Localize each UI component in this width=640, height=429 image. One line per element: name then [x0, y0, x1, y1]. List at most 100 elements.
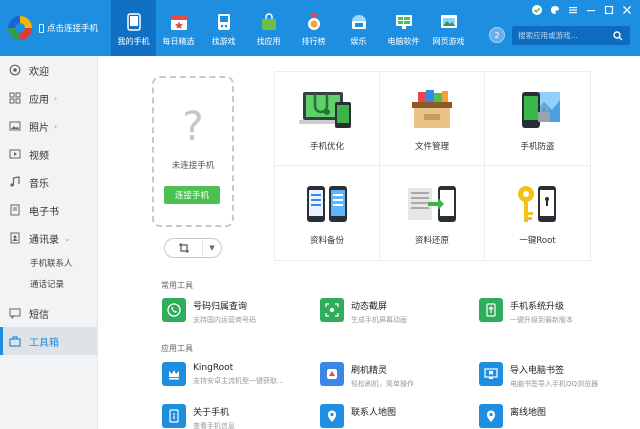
book-icon: [8, 203, 22, 217]
user-status-icon[interactable]: [528, 1, 546, 19]
bookmark-import-icon: [479, 362, 503, 386]
sidebar-subitem-call-log[interactable]: 通话记录: [0, 273, 97, 294]
photo-icon: [8, 119, 22, 133]
nav-label: 网页游戏: [432, 37, 465, 46]
system-upgrade-icon: [479, 298, 503, 322]
sidebar-item-sms[interactable]: 短信: [0, 299, 97, 327]
tool-desc: 轻松刷机，简单操作: [351, 380, 414, 388]
nav-label: 找游戏: [211, 37, 236, 46]
contacts-icon: [8, 231, 22, 245]
minimize-icon[interactable]: [582, 1, 600, 19]
tool-name: KingRoot: [193, 363, 234, 373]
optimize-icon: [299, 88, 355, 132]
chevron-right-icon: ›: [54, 93, 58, 103]
feature-label: 一键Root: [519, 236, 556, 246]
sidebar-item-video[interactable]: 视频: [0, 140, 97, 168]
sidebar-item-music[interactable]: 音乐: [0, 168, 97, 196]
welcome-icon: [8, 63, 22, 77]
contacts-map-icon: [320, 404, 344, 428]
app-logo-icon: [8, 16, 32, 40]
sidebar-item-label: 照片: [29, 122, 49, 134]
main-nav: 我的手机 每日精选 找游戏 找应用 排行榜 娱乐 电脑软件 网页游戏: [111, 0, 471, 56]
nav-pc-software[interactable]: 电脑软件: [381, 0, 426, 56]
tool-desc: 电脑书签导入手机QQ浏览器: [510, 380, 599, 388]
feature-label: 手机优化: [309, 142, 344, 152]
sidebar-item-label: 音乐: [29, 178, 49, 190]
nav-label: 电脑软件: [387, 37, 420, 46]
tool-name: 关于手机: [193, 408, 230, 418]
sidebar-item-label: 应用: [29, 94, 49, 106]
feature-backup[interactable]: 资料备份: [275, 166, 380, 260]
tool-import-bookmarks[interactable]: 导入电脑书签 电脑书签导入手机QQ浏览器: [479, 362, 629, 390]
tool-system-upgrade[interactable]: 手机系统升级 一键升级到最新版本: [479, 298, 629, 326]
tool-desc: 支持国内运营商号码: [193, 316, 256, 324]
brand-label: 点击连接手机: [47, 24, 99, 34]
sidebar-item-toolbox[interactable]: 工具箱: [0, 327, 97, 355]
entertainment-icon: [349, 12, 369, 32]
tool-name: 动态截屏: [351, 302, 388, 312]
feature-restore[interactable]: 资料还原: [380, 166, 485, 260]
gamepad-icon: [214, 12, 234, 32]
nav-find-apps[interactable]: 找应用: [246, 0, 291, 56]
nav-entertainment[interactable]: 娱乐: [336, 0, 381, 56]
sidebar-item-welcome[interactable]: 欢迎: [0, 56, 97, 84]
nav-daily-picks[interactable]: 每日精选: [156, 0, 201, 56]
close-icon[interactable]: [618, 1, 636, 19]
maximize-icon[interactable]: [600, 1, 618, 19]
window-controls: [528, 0, 640, 20]
nav-label: 排行榜: [301, 37, 326, 46]
screenshot-split-button[interactable]: ▼: [164, 238, 222, 258]
sidebar-item-ebooks[interactable]: 电子书: [0, 196, 97, 224]
nav-find-games[interactable]: 找游戏: [201, 0, 246, 56]
monitor-icon: [394, 12, 414, 32]
connect-phone-brand[interactable]: 点击连接手机: [0, 0, 110, 56]
feature-label: 文件管理: [414, 142, 449, 152]
tool-desc: 一键升级到最新版本: [510, 316, 573, 324]
search-input[interactable]: [512, 26, 608, 45]
skin-icon[interactable]: [546, 1, 564, 19]
tool-about-phone[interactable]: 关于手机 查看手机信息: [162, 404, 312, 429]
backup-icon: [299, 182, 355, 226]
screenshot-icon[interactable]: [165, 241, 203, 255]
top-bar: 点击连接手机 我的手机 每日精选 找游戏 找应用 排行榜 娱乐 电脑软件 网页游…: [0, 0, 640, 56]
nav-my-phone[interactable]: 我的手机: [111, 0, 156, 56]
tool-number-lookup[interactable]: 号码归属查询 支持国内运营商号码: [162, 298, 312, 326]
tool-name: 联系人地图: [351, 408, 397, 418]
root-key-icon: [510, 182, 566, 226]
tool-contacts-map[interactable]: 联系人地图: [320, 404, 470, 429]
feature-optimize[interactable]: 手机优化: [275, 72, 380, 166]
nav-rankings[interactable]: 排行榜: [291, 0, 336, 56]
nav-web-games[interactable]: 网页游戏: [426, 0, 471, 56]
flash-wizard-icon: [320, 362, 344, 386]
tool-kingroot[interactable]: KingRoot 支持安卓主流机型一键获取...: [162, 362, 312, 390]
tool-desc: 支持安卓主流机型一键获取...: [193, 377, 284, 385]
tool-offline-map[interactable]: 离线地图: [479, 404, 629, 429]
tool-desc: 查看手机信息: [193, 422, 235, 429]
feature-label: 资料备份: [309, 236, 344, 246]
connect-phone-button[interactable]: 连接手机: [164, 186, 220, 204]
kingroot-crown-icon: [162, 362, 186, 386]
feature-file-manager[interactable]: 文件管理: [380, 72, 485, 166]
feature-anti-theft[interactable]: 手机防盗: [485, 72, 590, 166]
dropdown-arrow-icon[interactable]: ▼: [203, 244, 221, 252]
sidebar-item-contacts[interactable]: 通讯录 ⌄: [0, 224, 97, 252]
sidebar-item-photos[interactable]: 照片 ›: [0, 112, 97, 140]
apps-grid-icon: [8, 91, 22, 105]
tool-dynamic-screenshot[interactable]: 动态截屏 生成手机屏幕动画: [320, 298, 470, 326]
menu-icon[interactable]: [564, 1, 582, 19]
tool-flash-wizard[interactable]: 刷机精灵 轻松刷机，简单操作: [320, 362, 470, 390]
notification-badge[interactable]: 2: [489, 27, 505, 43]
tool-name: 刷机精灵: [351, 366, 388, 376]
feature-one-click-root[interactable]: 一键Root: [485, 166, 590, 260]
chevron-right-icon: ›: [54, 121, 58, 131]
toolbox-icon: [8, 334, 22, 348]
sidebar: 欢迎 应用 › 照片 › 视频 音乐 电子书 通讯录 ⌄ 手机联系人 通话记录 …: [0, 56, 98, 429]
restore-icon: [404, 182, 460, 226]
tool-name: 手机系统升级: [510, 302, 565, 312]
search-icon[interactable]: [608, 26, 628, 45]
tool-name: 离线地图: [510, 408, 547, 418]
sidebar-item-apps[interactable]: 应用 ›: [0, 84, 97, 112]
tool-name: 导入电脑书签: [510, 366, 565, 376]
sidebar-subitem-phone-contacts[interactable]: 手机联系人: [0, 252, 97, 273]
nav-label: 我的手机: [117, 37, 150, 46]
